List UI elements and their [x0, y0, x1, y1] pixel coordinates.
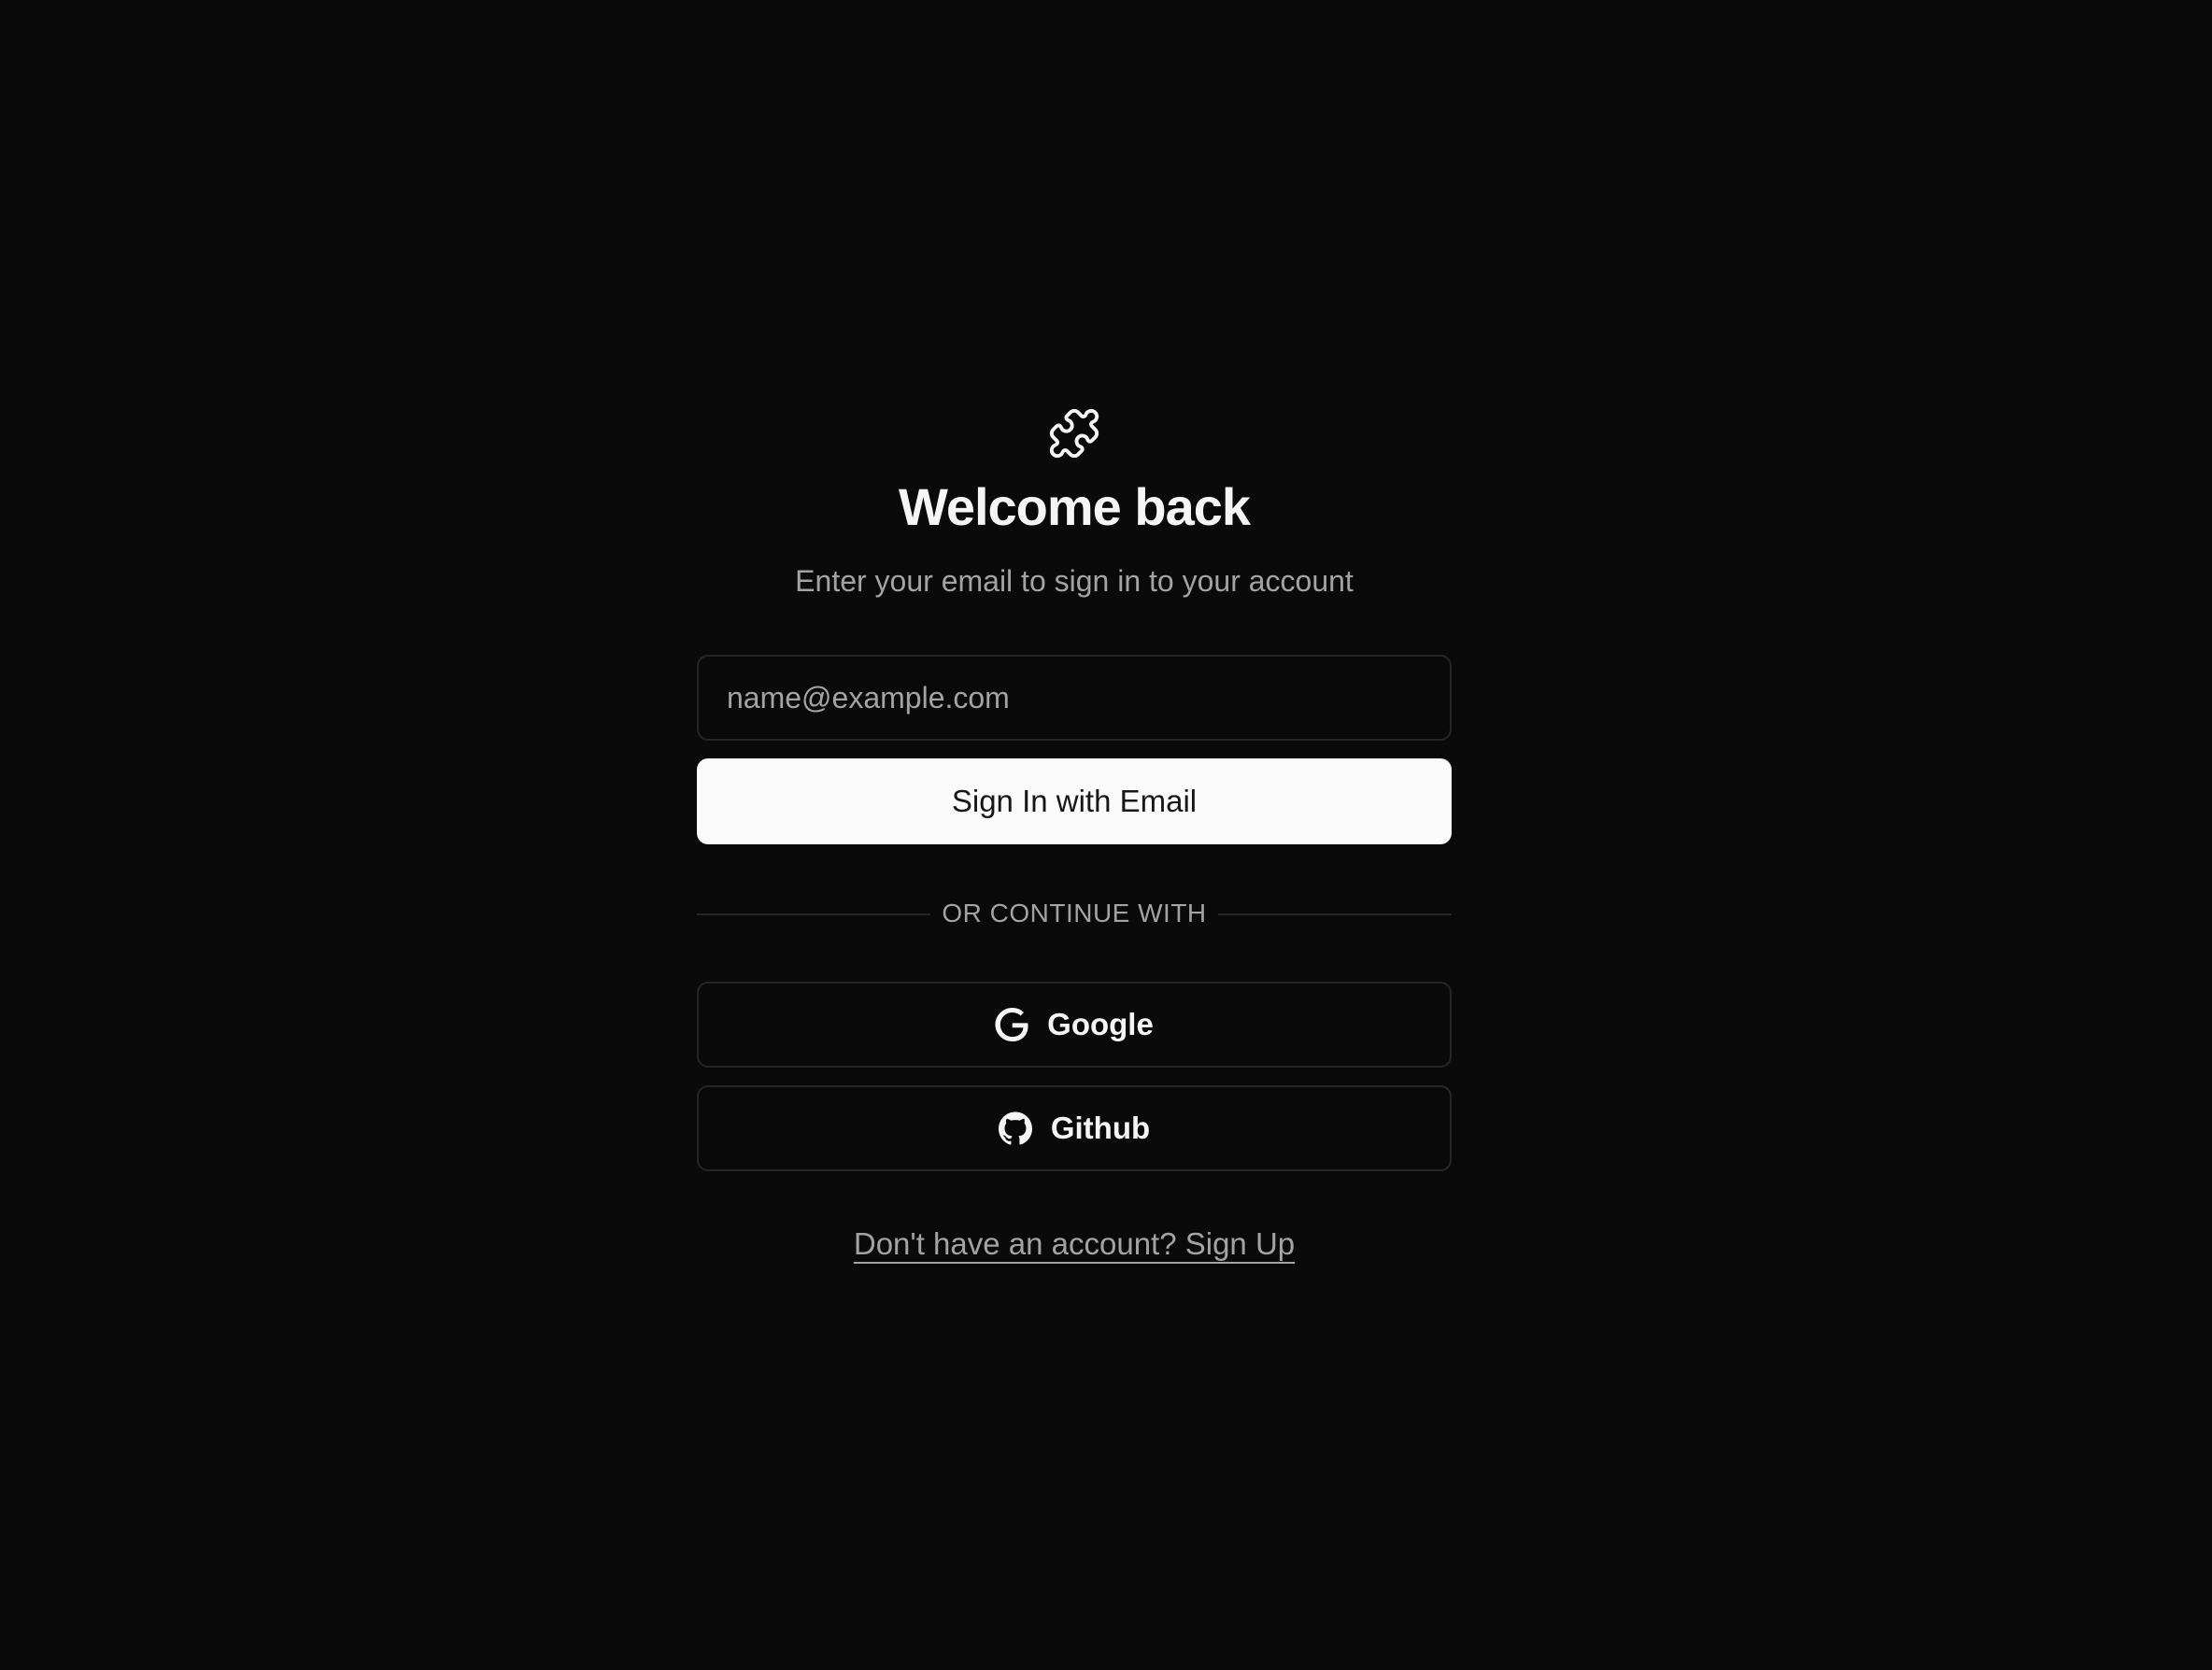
github-icon [998, 1111, 1032, 1145]
sign-in-with-email-button[interactable]: Sign In with Email [697, 758, 1452, 844]
google-signin-button[interactable]: Google [697, 982, 1452, 1068]
github-button-label: Github [1050, 1111, 1151, 1145]
email-input[interactable] [697, 655, 1452, 741]
google-button-label: Google [1047, 1007, 1154, 1041]
divider-label: OR CONTINUE WITH [942, 899, 1207, 927]
signup-prompt: Don't have an account? Sign Up [0, 1224, 2148, 1265]
page-subtitle: Enter your email to sign in to your acco… [795, 564, 1354, 598]
github-signin-button[interactable]: Github [697, 1085, 1452, 1171]
divider-line-left [697, 913, 930, 915]
puzzle-icon [1047, 406, 1101, 460]
page-title: Welcome back [898, 477, 1251, 536]
divider-line-right [1218, 913, 1452, 915]
login-page: Welcome back Enter your email to sign in… [0, 0, 2212, 1670]
google-icon [995, 1008, 1028, 1041]
signup-link[interactable]: Don't have an account? Sign Up [854, 1226, 1295, 1261]
